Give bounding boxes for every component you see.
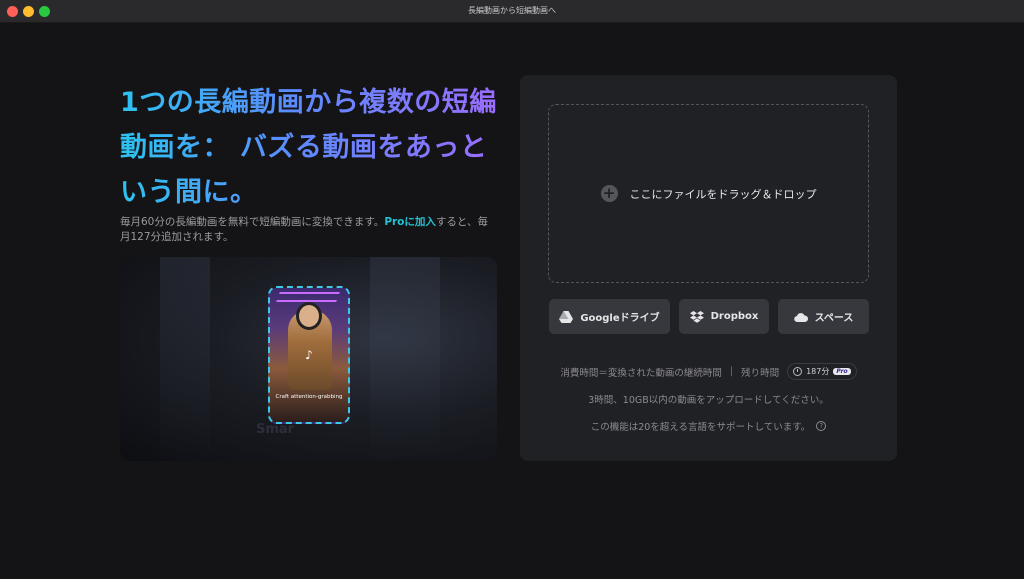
preview-caption: Craft attention-grabbing — [275, 394, 343, 400]
language-note: この機能は20を超える言語をサポートしています。 — [590, 422, 811, 433]
neon-light — [276, 292, 340, 302]
upload-limit-note: 3時間、10GB以内の動画をアップロードしてください。 — [588, 395, 829, 406]
tiktok-icon: ♪ — [305, 348, 313, 362]
app-window: 長編動画から短編動画へ 1つの長編動画から複数の短編動画を： バズる動画をあっと… — [0, 0, 1024, 579]
title-bar: 長編動画から短編動画へ — [0, 0, 1024, 23]
phone-frame: ♪ Craft attention-grabbing — [268, 286, 350, 424]
google-drive-label: Googleドライブ — [580, 313, 660, 324]
drop-zone-label: ここにファイルをドラッグ＆ドロップ — [629, 187, 817, 201]
space-label: スペース — [814, 313, 854, 324]
remaining-time-badge: 187分 Pro — [787, 363, 857, 380]
hero-title: 1つの長編動画から複数の短編動画を： バズる動画をあっという間に。 — [120, 80, 500, 215]
hero-subtitle: 毎月60分の長編動画を無料で短編動画に変換できます。Proに加入すると、毎月12… — [120, 215, 492, 245]
google-drive-button[interactable]: Googleドライブ — [549, 299, 670, 334]
person-head — [296, 302, 322, 330]
usage-info: 消費時間＝変換された動画の継続時間 | 残り時間 187分 Pro — [520, 363, 897, 380]
remaining-value: 187分 — [806, 367, 830, 376]
google-drive-icon — [559, 310, 574, 323]
separator: | — [729, 366, 734, 377]
window-title: 長編動画から短編動画へ — [468, 6, 556, 15]
remaining-label: 残り時間 — [741, 367, 780, 379]
subtitle-prefix: 毎月60分の長編動画を無料で短編動画に変換できます。 — [120, 216, 385, 228]
plus-icon: + — [600, 185, 618, 202]
upload-panel: + ここにファイルをドラッグ＆ドロップ Googleドライブ Dropbox ス… — [520, 75, 897, 461]
language-note-row: この機能は20を超える言語をサポートしています。 ? — [520, 419, 897, 433]
usage-text: 消費時間＝変換された動画の継続時間 — [560, 367, 722, 379]
help-icon[interactable]: ? — [816, 421, 827, 431]
clock-icon — [793, 367, 803, 376]
pro-badge[interactable]: Pro — [833, 368, 851, 375]
cloud-icon — [793, 312, 808, 322]
preview-background-text: Smar — [256, 422, 295, 437]
drop-zone-content: + ここにファイルをドラッグ＆ドロップ — [549, 185, 868, 202]
dropbox-button[interactable]: Dropbox — [679, 299, 769, 334]
dropbox-icon — [689, 310, 704, 323]
dropbox-label: Dropbox — [710, 311, 759, 322]
space-button[interactable]: スペース — [778, 299, 869, 334]
light-streak — [370, 257, 440, 461]
preview-image: Smar ♪ Craft attention-grabbing — [120, 257, 497, 461]
pro-subscribe-link[interactable]: Proに加入 — [384, 216, 436, 228]
file-drop-zone[interactable]: + ここにファイルをドラッグ＆ドロップ — [548, 104, 869, 283]
light-streak — [160, 257, 210, 461]
